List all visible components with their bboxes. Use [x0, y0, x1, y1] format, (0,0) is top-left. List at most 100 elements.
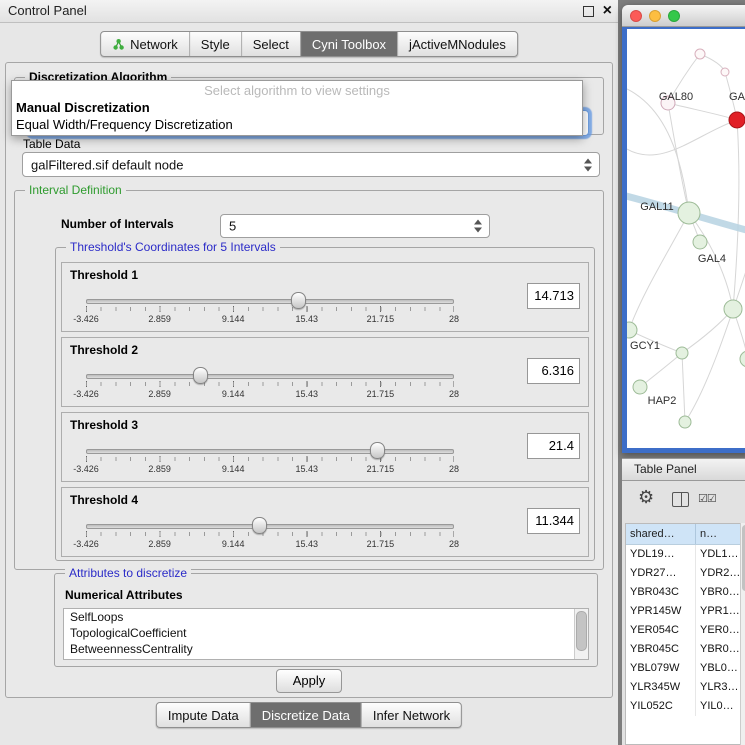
- threshold-label: Threshold 1: [70, 268, 138, 282]
- list-item[interactable]: TopologicalCoefficient: [64, 625, 588, 641]
- network-graph[interactable]: GAL80 GA GAL11 GAL4 GCY1 HAP2: [627, 29, 745, 447]
- table-row[interactable]: YDL19…YDL1…: [626, 545, 745, 564]
- minimize-button[interactable]: [649, 10, 661, 22]
- interval-definition-group: Interval Definition Number of Intervals …: [14, 190, 604, 570]
- checkbox-columns-icon[interactable]: ☑☑: [698, 492, 716, 505]
- slider-track[interactable]: [86, 524, 454, 529]
- node-hap2[interactable]: [633, 380, 647, 394]
- threshold-panel: Threshold 3 -3.4262.8599.14415.4321.7152…: [61, 412, 589, 482]
- node-red[interactable]: [729, 112, 745, 128]
- slider-scale-labels: -3.4262.8599.14415.4321.71528: [86, 464, 454, 475]
- list-item[interactable]: BetweennessCentrality: [64, 641, 588, 657]
- tab-impute-data[interactable]: Impute Data: [157, 703, 250, 727]
- node-gcy1[interactable]: [627, 322, 637, 338]
- node[interactable]: [679, 416, 691, 428]
- slider-thumb[interactable]: [252, 517, 267, 534]
- network-nodes: [627, 49, 745, 428]
- top-tab-bar: Network Style Select Cyni Toolbox jActiv…: [100, 31, 518, 57]
- tab-select[interactable]: Select: [241, 32, 300, 56]
- cell: YBR0…: [696, 583, 745, 602]
- cell: YDL19…: [626, 545, 696, 564]
- cell: YER0…: [696, 621, 745, 640]
- node[interactable]: [740, 351, 745, 367]
- threshold-label: Threshold 3: [70, 418, 138, 432]
- node[interactable]: [695, 49, 705, 59]
- table-scrollbar[interactable]: [740, 523, 745, 745]
- scale-label: 28: [449, 314, 459, 324]
- tab-network[interactable]: Network: [101, 32, 189, 56]
- table-data-combobox[interactable]: galFiltered.sif default node: [22, 152, 600, 177]
- tab-style[interactable]: Style: [189, 32, 241, 56]
- network-view-window: GAL80 GA GAL11 GAL4 GCY1 HAP2: [622, 5, 745, 453]
- dropdown-option-manual-discretization[interactable]: Manual Discretization: [12, 99, 582, 116]
- attributes-list-scrollbar[interactable]: [574, 609, 588, 659]
- numerical-attributes-list[interactable]: SelfLoops TopologicalCoefficient Between…: [63, 608, 589, 660]
- scale-label: 21.715: [367, 464, 395, 474]
- node[interactable]: [676, 347, 688, 359]
- number-of-intervals-combobox[interactable]: 5: [220, 214, 490, 238]
- number-of-intervals-label: Number of Intervals: [61, 217, 174, 231]
- node-gal11[interactable]: [678, 202, 700, 224]
- gear-icon[interactable]: ⚙: [638, 487, 654, 508]
- column-header-name[interactable]: n…: [696, 524, 745, 544]
- scale-label: 21.715: [367, 314, 395, 324]
- threshold-slider[interactable]: -3.4262.8599.14415.4321.71528: [86, 518, 454, 552]
- threshold-value-field[interactable]: 14.713: [527, 283, 580, 309]
- threshold-panel: Threshold 2 -3.4262.8599.14415.4321.7152…: [61, 337, 589, 407]
- close-icon[interactable]: ×: [603, 1, 612, 21]
- slider-track[interactable]: [86, 449, 454, 454]
- column-header-shared-name[interactable]: shared…: [626, 524, 696, 544]
- slider-thumb[interactable]: [291, 292, 306, 309]
- table-row[interactable]: YPR145WYPR1…: [626, 602, 745, 621]
- tab-jactivemnodules[interactable]: jActiveMNodules: [397, 32, 517, 56]
- slider-track[interactable]: [86, 299, 454, 304]
- close-button[interactable]: [630, 10, 642, 22]
- table-row[interactable]: YER054CYER0…: [626, 621, 745, 640]
- table-row[interactable]: YIL052CYIL0…: [626, 697, 745, 716]
- list-item[interactable]: SelfLoops: [64, 609, 588, 625]
- table-row[interactable]: YBR045CYBR0…: [626, 640, 745, 659]
- scale-label: 9.144: [222, 464, 245, 474]
- node[interactable]: [721, 68, 729, 76]
- threshold-slider[interactable]: -3.4262.8599.14415.4321.71528: [86, 293, 454, 327]
- scrollbar-thumb[interactable]: [576, 611, 587, 651]
- table-row[interactable]: YBL079WYBL0…: [626, 659, 745, 678]
- apply-button[interactable]: Apply: [276, 669, 342, 693]
- tab-discretize-data[interactable]: Discretize Data: [250, 703, 361, 727]
- slider-scale-labels: -3.4262.8599.14415.4321.71528: [86, 389, 454, 400]
- scale-label: 15.43: [296, 389, 319, 399]
- slider-thumb[interactable]: [193, 367, 208, 384]
- table-row[interactable]: YDR27…YDR2…: [626, 564, 745, 583]
- network-canvas[interactable]: GAL80 GA GAL11 GAL4 GCY1 HAP2: [627, 29, 745, 448]
- slider-thumb[interactable]: [370, 442, 385, 459]
- number-of-intervals-value: 5: [229, 219, 236, 234]
- node-label-gal11: GAL11: [640, 201, 673, 213]
- table-row[interactable]: YBR043CYBR0…: [626, 583, 745, 602]
- slider-track[interactable]: [86, 374, 454, 379]
- scale-label: 21.715: [367, 539, 395, 549]
- network-frame: GAL80 GA GAL11 GAL4 GCY1 HAP2: [622, 27, 745, 453]
- scale-label: 9.144: [222, 314, 245, 324]
- tab-cyni-toolbox[interactable]: Cyni Toolbox: [300, 32, 397, 56]
- scale-label: 9.144: [222, 539, 245, 549]
- zoom-button[interactable]: [668, 10, 680, 22]
- table-panel-header[interactable]: Table Panel: [622, 458, 745, 481]
- threshold-slider[interactable]: -3.4262.8599.14415.4321.71528: [86, 368, 454, 402]
- cell: YPR145W: [626, 602, 696, 621]
- threshold-slider[interactable]: -3.4262.8599.14415.4321.71528: [86, 443, 454, 477]
- threshold-value-field[interactable]: 21.4: [527, 433, 580, 459]
- thresholds-group-title: Threshold's Coordinates for 5 Intervals: [66, 240, 280, 254]
- node-gal4[interactable]: [693, 235, 707, 249]
- dropdown-option-equal-width-frequency[interactable]: Equal Width/Frequency Discretization: [12, 116, 582, 133]
- tab-infer-network[interactable]: Infer Network: [361, 703, 461, 727]
- node[interactable]: [724, 300, 742, 318]
- table-row[interactable]: YLR345WYLR3…: [626, 678, 745, 697]
- columns-icon[interactable]: [672, 492, 689, 507]
- control-panel-titlebar: Control Panel ×: [0, 0, 618, 23]
- threshold-value-field[interactable]: 6.316: [527, 358, 580, 384]
- tab-label: Style: [201, 37, 230, 52]
- scale-label: 9.144: [222, 389, 245, 399]
- cell: YDL1…: [696, 545, 745, 564]
- float-window-icon[interactable]: [583, 6, 594, 17]
- threshold-value-field[interactable]: 11.344: [527, 508, 580, 534]
